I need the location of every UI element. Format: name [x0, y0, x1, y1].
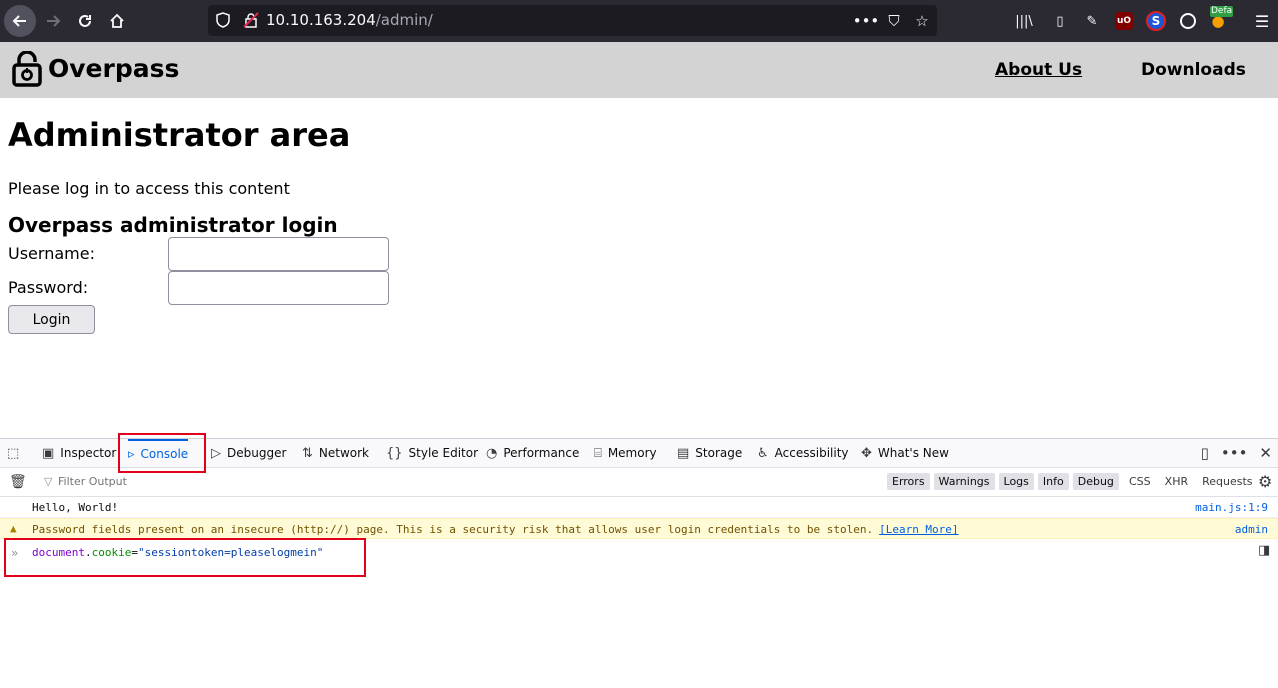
filter-css-button[interactable]: CSS	[1129, 475, 1151, 488]
element-picker-button[interactable]: ⬚	[7, 439, 19, 467]
password-label: Password:	[8, 278, 89, 297]
intro-text: Please log in to access this content	[8, 179, 290, 198]
tab-label: Performance	[503, 446, 580, 460]
performance-icon: ◔	[486, 445, 498, 461]
close-devtools-icon[interactable]: ✕	[1259, 444, 1272, 462]
filter-warnings-button[interactable]: Warnings	[933, 473, 995, 490]
filter-xhr-button[interactable]: XHR	[1165, 475, 1188, 488]
reload-icon	[79, 15, 91, 27]
url-bar[interactable]: 10.10.163.204/admin/ ••• ⛉ ☆	[208, 5, 937, 36]
home-icon	[110, 13, 124, 28]
warning-source-link[interactable]: admin	[1235, 523, 1268, 536]
reload-button[interactable]	[70, 6, 100, 36]
back-button[interactable]	[4, 5, 36, 37]
tab-accessibility[interactable]: ♿ Accessibility	[757, 439, 849, 467]
picker-icon: ⬚	[7, 445, 20, 461]
filter-output-input[interactable]	[58, 475, 358, 488]
network-icon: ⇅	[302, 445, 313, 461]
password-input[interactable]	[168, 271, 389, 305]
url-host: 10.10.163.204	[266, 11, 376, 29]
pocket-icon[interactable]: ⛉	[885, 12, 903, 30]
learn-more-link[interactable]: [Learn More]	[879, 523, 958, 536]
editor-mode-icon[interactable]: ◨	[1258, 543, 1270, 558]
whats-new-icon: ✥	[861, 445, 872, 461]
site-brand[interactable]: Overpass	[48, 54, 179, 83]
page-title: Administrator area	[8, 116, 351, 154]
shield-icon[interactable]	[216, 12, 230, 28]
filter-icon: ▽	[44, 475, 53, 488]
arrow-left-icon	[12, 15, 26, 27]
tab-inspector[interactable]: ▣ Inspector	[42, 439, 116, 467]
library-icon[interactable]: |||\	[1014, 11, 1034, 31]
warning-text: Password fields present on an insecure (…	[32, 523, 874, 536]
login-form-title: Overpass administrator login	[8, 213, 338, 237]
login-button[interactable]: Login	[8, 305, 95, 334]
console-settings-gear-icon[interactable]: ⚙	[1258, 472, 1272, 491]
arrow-right-icon	[47, 15, 61, 27]
style-editor-icon: {}	[386, 445, 403, 461]
warning-icon: ▲	[10, 522, 17, 535]
filter-debug-button[interactable]: Debug	[1072, 473, 1119, 490]
log-text: Hello, World!	[32, 501, 119, 514]
filter-requests-button[interactable]: Requests	[1202, 475, 1252, 488]
tab-label: Network	[318, 446, 370, 460]
tab-label: Memory	[607, 446, 657, 460]
extension-icon[interactable]: ✎	[1082, 11, 1102, 31]
clear-console-trash-icon[interactable]: 🗑	[9, 474, 27, 490]
debugger-icon: ▷	[211, 445, 221, 461]
tab-label: Inspector	[60, 446, 117, 460]
tab-storage[interactable]: ▤ Storage	[677, 439, 742, 467]
username-input[interactable]	[168, 237, 389, 271]
filter-info-button[interactable]: Info	[1037, 473, 1069, 490]
menu-icon[interactable]: ☰	[1252, 11, 1272, 31]
tab-label: Accessibility	[774, 446, 849, 460]
tab-network[interactable]: ⇅ Network	[302, 439, 369, 467]
browser-toolbar: 10.10.163.204/admin/ ••• ⛉ ☆ |||\ ▯ ✎ uO…	[0, 0, 1278, 42]
accessibility-icon: ♿	[757, 445, 769, 461]
nav-downloads-link[interactable]: Downloads	[1141, 60, 1246, 80]
s-extension-icon[interactable]: S	[1146, 11, 1166, 31]
storage-icon: ▤	[677, 445, 690, 461]
tab-label: What's New	[877, 446, 949, 460]
padlock-logo-icon	[12, 51, 42, 87]
tab-label: Style Editor	[408, 446, 479, 460]
url-text[interactable]: 10.10.163.204/admin/	[266, 11, 433, 29]
tab-debugger[interactable]: ▷ Debugger	[211, 439, 286, 467]
tab-label: Storage	[695, 446, 743, 460]
account-icon[interactable]	[1180, 13, 1196, 29]
log-source-link[interactable]: main.js:1:9	[1195, 501, 1268, 514]
site-header: Overpass About Us Downloads	[0, 42, 1278, 98]
responsive-design-icon[interactable]: ▯	[1201, 444, 1209, 462]
more-options-icon[interactable]: •••	[1221, 444, 1248, 462]
inspector-icon: ▣	[42, 445, 55, 461]
console-warning-message: ▲ Password fields present on an insecure…	[0, 518, 1278, 539]
insecure-lock-icon[interactable]	[243, 12, 259, 28]
console-input-highlight-box	[4, 538, 366, 577]
ublock-icon[interactable]: uO	[1115, 12, 1133, 30]
sidebar-icon[interactable]: ▯	[1050, 11, 1070, 31]
page-actions-icon[interactable]: •••	[853, 12, 880, 30]
url-path: /admin/	[375, 11, 433, 29]
filter-logs-button[interactable]: Logs	[998, 473, 1034, 490]
forward-button[interactable]	[38, 6, 68, 36]
tab-performance[interactable]: ◔ Performance	[486, 439, 579, 467]
tab-label: Debugger	[227, 446, 287, 460]
console-log-message: Hello, World! main.js:1:9	[0, 498, 1278, 518]
profile-badge: Defa	[1210, 6, 1234, 17]
nav-about-us-link[interactable]: About Us	[995, 60, 1082, 80]
tab-memory[interactable]: ⌸ Memory	[594, 439, 657, 467]
tab-whats-new[interactable]: ✥ What's New	[861, 439, 949, 467]
filter-errors-button[interactable]: Errors	[887, 473, 930, 490]
console-tab-highlight-box	[118, 433, 206, 473]
home-button[interactable]	[102, 6, 132, 36]
memory-icon: ⌸	[594, 445, 602, 461]
bookmark-star-icon[interactable]: ☆	[913, 12, 931, 30]
tab-style-editor[interactable]: {} Style Editor	[386, 439, 478, 467]
username-label: Username:	[8, 244, 95, 263]
